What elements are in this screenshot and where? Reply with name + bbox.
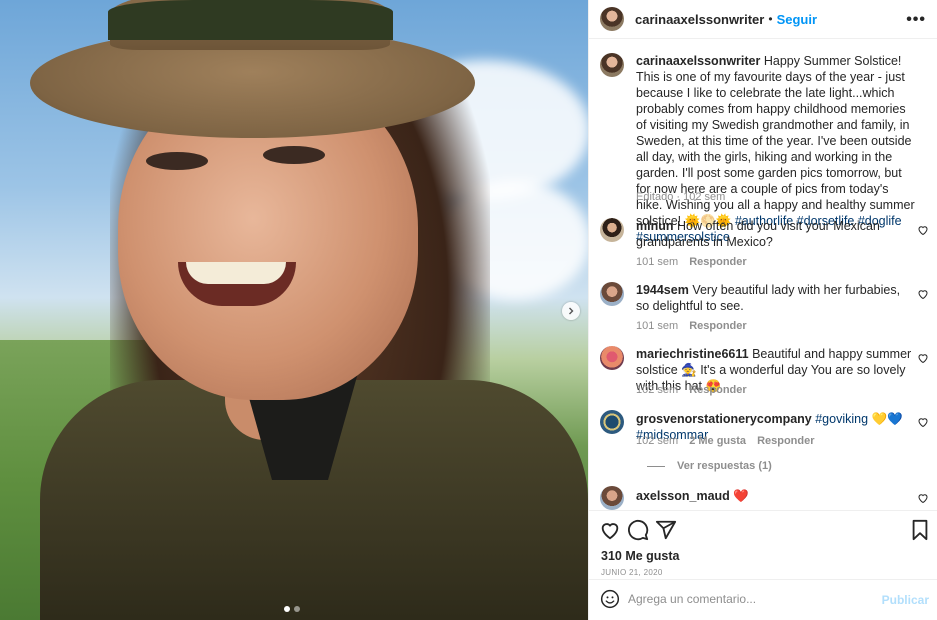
commenter-avatar[interactable] xyxy=(600,486,624,510)
chevron-right-icon xyxy=(569,307,574,315)
replies-line xyxy=(647,465,665,467)
comment-username[interactable]: mlnun xyxy=(636,219,674,233)
commenter-avatar[interactable] xyxy=(600,410,624,434)
share-icon[interactable] xyxy=(655,519,677,541)
author-avatar[interactable] xyxy=(600,7,624,31)
reply-button[interactable]: Responder xyxy=(757,435,814,447)
commenter-avatar[interactable] xyxy=(600,346,624,370)
comment-meta: 102 sem Responder xyxy=(636,384,747,396)
comment-icon[interactable] xyxy=(627,519,649,541)
follow-button[interactable]: Seguir xyxy=(777,12,817,27)
photo-eye-right xyxy=(263,146,325,164)
caption-username[interactable]: carinaaxelssonwriter xyxy=(636,54,760,68)
comment-body: ❤️ xyxy=(733,489,749,503)
post-photo[interactable] xyxy=(0,0,588,620)
comment-meta: 101 sem Responder xyxy=(636,320,747,332)
reply-button[interactable]: Responder xyxy=(689,384,746,396)
emoji-icon[interactable] xyxy=(600,589,620,609)
comment-like-count[interactable]: 2 Me gusta xyxy=(689,435,746,447)
comment-time: 101 sem xyxy=(636,256,679,268)
view-replies-button[interactable]: Ver respuestas (1) xyxy=(647,460,772,472)
post-header: carinaaxelssonwriter • Seguir ••• xyxy=(589,0,937,39)
caption-meta: Editado · 102 sem xyxy=(636,191,725,203)
bookmark-icon[interactable] xyxy=(909,519,931,541)
comment-composer: Publicar xyxy=(589,579,937,620)
carousel-dot xyxy=(294,606,300,612)
caption-edited-time: Editado · 102 sem xyxy=(636,191,726,203)
photo-hat-band xyxy=(108,0,393,40)
comment-meta: 102 sem 2 Me gusta Responder xyxy=(636,435,815,447)
comment-text: 1944sem Very beautiful lady with her fur… xyxy=(636,282,916,314)
reply-button[interactable]: Responder xyxy=(689,320,746,332)
author-avatar[interactable] xyxy=(600,53,624,77)
carousel-dot-active xyxy=(284,606,290,612)
header-separator: • xyxy=(768,12,773,26)
comments-list[interactable]: carinaaxelssonwriter Happy Summer Solsti… xyxy=(589,40,937,510)
comment-input[interactable] xyxy=(628,589,878,609)
heart-icon[interactable] xyxy=(917,288,929,300)
heart-icon[interactable] xyxy=(917,492,929,504)
comment-username[interactable]: grosvenorstationerycompany xyxy=(636,412,812,426)
comment-username[interactable]: mariechristine6611 xyxy=(636,347,749,361)
commenter-avatar[interactable] xyxy=(600,282,624,306)
carousel-indicator xyxy=(284,606,300,612)
caption-text: carinaaxelssonwriter Happy Summer Solsti… xyxy=(636,53,918,245)
post-date: JUNIO 21, 2020 xyxy=(601,568,663,577)
heart-icon[interactable] xyxy=(917,416,929,428)
author-username[interactable]: carinaaxelssonwriter xyxy=(635,12,764,27)
comment-username[interactable]: 1944sem xyxy=(636,283,689,297)
comment-text: axelsson_maud ❤️ xyxy=(636,488,916,504)
comment-meta: 101 sem Responder xyxy=(636,256,747,268)
comment-time: 102 sem xyxy=(636,435,679,447)
more-options-icon[interactable]: ••• xyxy=(906,11,926,29)
heart-icon[interactable] xyxy=(599,519,621,541)
publish-button[interactable]: Publicar xyxy=(882,593,929,607)
comment-username[interactable]: axelsson_maud xyxy=(636,489,730,503)
photo-eye-left xyxy=(146,152,208,170)
comment-time: 101 sem xyxy=(636,320,679,332)
commenter-avatar[interactable] xyxy=(600,218,624,242)
comment-time: 102 sem xyxy=(636,384,679,396)
view-replies-label[interactable]: Ver respuestas (1) xyxy=(677,460,772,472)
like-count[interactable]: 310 Me gusta xyxy=(601,549,680,563)
heart-icon[interactable] xyxy=(917,352,929,364)
post-panel: carinaaxelssonwriter • Seguir ••• carina… xyxy=(588,0,937,620)
next-photo-button[interactable] xyxy=(562,302,580,320)
comment-text: mlnun How often did you visit your Mexic… xyxy=(636,218,916,250)
heart-icon[interactable] xyxy=(917,224,929,236)
reply-button[interactable]: Responder xyxy=(689,256,746,268)
